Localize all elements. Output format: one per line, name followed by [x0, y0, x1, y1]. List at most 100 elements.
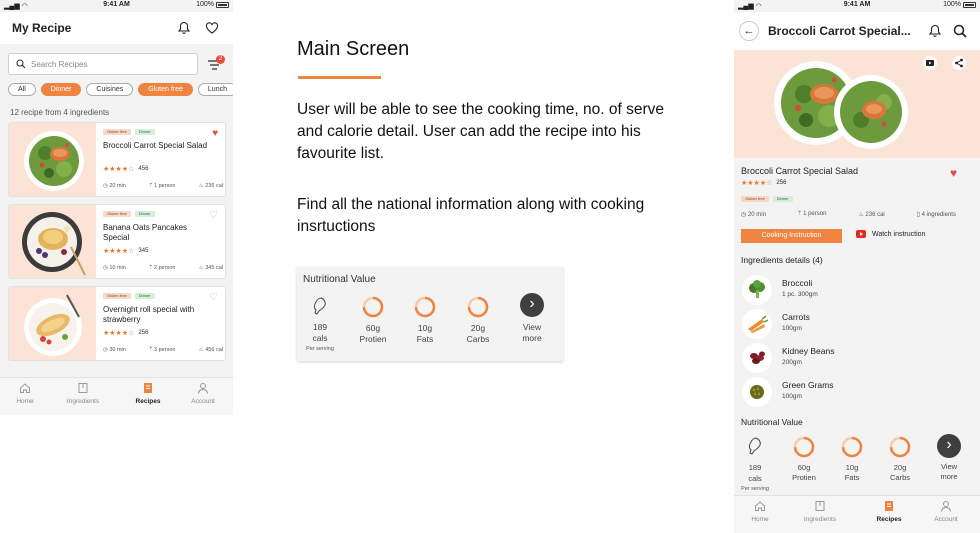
heart-icon[interactable] [205, 21, 219, 35]
battery-icon [216, 1, 229, 8]
tab-ingredients[interactable]: Ingredients [791, 500, 849, 523]
battery-percent: 100% [196, 1, 214, 8]
fats-progress-ring [841, 436, 863, 458]
serves-value: 1 person [154, 183, 176, 189]
description-paragraph: Find all the national information along … [297, 194, 717, 238]
serves-value: 3 person [154, 347, 176, 353]
ingredient-name: Kidney Beans [782, 346, 835, 356]
favourite-heart-icon[interactable]: ♡ [209, 293, 218, 303]
chip-gluten-free[interactable]: Gluten free [138, 83, 193, 96]
home-icon [755, 501, 765, 511]
recipe-card[interactable]: Gluten free Dinner Overnight roll specia… [8, 286, 226, 361]
ingredient-name: Green Grams [782, 380, 834, 390]
tab-label: Ingredients [66, 398, 100, 405]
tab-home[interactable]: Home [734, 500, 789, 523]
bell-icon[interactable] [928, 24, 942, 38]
calories-value: 456 cal [205, 347, 223, 353]
description-paragraph: User will be able to see the cooking tim… [297, 99, 717, 165]
view-more-label: more [522, 333, 542, 343]
recipe-rating: ★★★★☆ 456 [103, 165, 148, 173]
carrot-icon [742, 309, 772, 339]
tag-gluten-free: Gluten free [741, 196, 769, 202]
calories-unit: cals [748, 474, 762, 483]
nutrition-title: Nutritional Value [303, 274, 376, 285]
cook-time-value: 10 min [109, 265, 126, 271]
ingredient-row: Green Grams 100gm [742, 377, 972, 407]
detail-header: Broccoli Carrot Special... [734, 12, 980, 50]
recipe-tags: Gluten free Dinner [741, 196, 793, 202]
fats-label: Fats [844, 473, 860, 482]
recipe-image [9, 123, 96, 196]
view-more-button[interactable]: View more [934, 434, 964, 482]
tag-dinner: Dinner [134, 129, 155, 135]
bell-icon[interactable] [177, 21, 191, 35]
cooking-instruction-button[interactable]: Cooking Instruction [741, 229, 842, 243]
ingredients-icon [815, 501, 825, 511]
tab-ingredients[interactable]: Ingredients [54, 382, 112, 405]
tab-recipes[interactable]: Recipes [119, 382, 177, 405]
tag-gluten-free: Gluten free [103, 293, 131, 299]
cook-time-value: 20 min [747, 212, 766, 218]
cook-time: ◷ 20 min [103, 183, 126, 189]
status-bar: ▂▄▆ ◠ 9:41 AM 100% [0, 0, 233, 12]
recipe-tags: Gluten free Dinner [103, 211, 155, 217]
tab-home[interactable]: Home [0, 382, 54, 405]
tag-dinner: Dinner [772, 196, 793, 202]
my-recipe-screen: ▂▄▆ ◠ 9:41 AM 100% My Recipe Search Reci… [0, 0, 233, 415]
share-button[interactable] [952, 56, 966, 70]
rating-stars-icon: ★★★★☆ [103, 166, 135, 173]
recipe-tags: Gluten free Dinner [103, 129, 155, 135]
play-video-button[interactable] [923, 56, 937, 70]
fats-progress-ring [414, 296, 436, 318]
protein-label: Protien [792, 473, 816, 482]
carbs-item: 20g Carbs [463, 296, 493, 345]
fats-item: 10g Fats [410, 296, 440, 345]
tab-account[interactable]: Account [917, 500, 975, 523]
favourite-heart-icon[interactable]: ♥ [950, 166, 957, 180]
rating-stars-icon: ★★★★☆ [103, 248, 135, 255]
chip-cuisines[interactable]: Cuisines [86, 83, 134, 96]
tab-account[interactable]: Account [174, 382, 232, 405]
salad-plate-image [24, 131, 84, 191]
recipe-name: Banana Oats Pancakes Special [103, 223, 188, 242]
recipe-meta: ◷ 20 min ᛘ 1 person ♨ 236 cal ▯ 4 ingred… [741, 211, 956, 218]
chip-dinner[interactable]: Dinner [40, 83, 82, 96]
bottom-tab-bar: Home Ingredients Recipes Account [0, 377, 233, 415]
rating-stars-icon: ★★★★☆ [741, 180, 773, 187]
watch-instruction-link[interactable]: Watch instruction [856, 230, 925, 238]
chip-lunch[interactable]: Lunch [197, 83, 233, 96]
calories-value: 189 [748, 463, 762, 472]
view-more-button[interactable]: View more [516, 293, 548, 344]
page-title: My Recipe [12, 21, 72, 35]
recipes-icon [144, 383, 152, 393]
carbs-value: 20g [470, 323, 486, 333]
protein-value: 60g [797, 463, 811, 472]
recipe-image [9, 287, 96, 360]
recipe-card[interactable]: Gluten free Dinner Broccoli Carrot Speci… [8, 122, 226, 197]
tag-dinner: Dinner [134, 211, 155, 217]
recipe-meta: ◷ 10 min ᛘ 2 person ♨ 345 cal [103, 265, 223, 271]
nutritional-value-card: Nutritional Value 189 cals Per serving 6… [297, 267, 563, 361]
filter-count-badge: 2 [216, 55, 225, 64]
play-icon [926, 60, 934, 66]
favourite-heart-icon[interactable]: ♥ [212, 129, 218, 139]
search-icon[interactable] [953, 24, 967, 38]
recipe-detail-screen: ▂▄▆ ◠ 9:41 AM 100% Broccoli Carrot Speci… [734, 0, 980, 533]
tab-label: Recipes [876, 516, 902, 523]
rating-count: 256 [776, 180, 787, 186]
chevron-right-icon [937, 434, 961, 458]
heading-underline [298, 76, 381, 79]
protein-progress-ring [362, 296, 384, 318]
detail-title: Broccoli Carrot Special... [768, 24, 911, 38]
cook-time: ◷ 30 min [103, 347, 126, 353]
chip-all[interactable]: All [8, 83, 36, 96]
carbs-progress-ring [467, 296, 489, 318]
search-input[interactable]: Search Recipes [8, 53, 198, 75]
youtube-icon [856, 230, 866, 238]
tag-gluten-free: Gluten free [103, 129, 131, 135]
tab-recipes[interactable]: Recipes [860, 500, 918, 523]
favourite-heart-icon[interactable]: ♡ [209, 211, 218, 221]
protein-value: 60g [365, 323, 381, 333]
back-arrow-icon[interactable] [739, 21, 759, 41]
recipe-card[interactable]: Gluten free Dinner Banana Oats Pancakes … [8, 204, 226, 279]
